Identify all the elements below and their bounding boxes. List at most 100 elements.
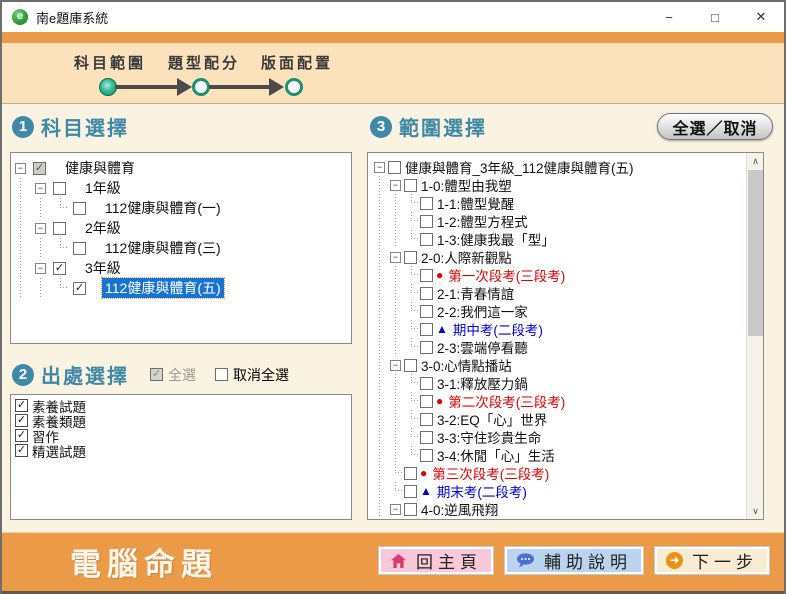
- checkbox-icon[interactable]: [420, 395, 433, 408]
- step-circle-3[interactable]: [285, 78, 303, 96]
- tree-item-label[interactable]: 3-0:心情點播站: [418, 355, 515, 375]
- next-step-button[interactable]: ➜ 下一步: [654, 546, 770, 575]
- checkbox-icon[interactable]: [53, 182, 66, 195]
- tree-item-label[interactable]: 健康與體育_3年級_112健康與體育(五): [402, 157, 637, 177]
- checkbox-icon[interactable]: [420, 431, 433, 444]
- scroll-down-icon[interactable]: ∨: [747, 503, 764, 519]
- collapse-icon[interactable]: −: [390, 360, 401, 371]
- tree-item-label[interactable]: 112健康與體育(一): [102, 198, 224, 218]
- home-button[interactable]: 回主頁: [378, 546, 494, 575]
- select-all-label: 全選: [168, 365, 196, 385]
- tree-item-label[interactable]: 3-1:釋放壓力鍋: [434, 373, 531, 393]
- tree-item-label[interactable]: 期末考(二段考): [434, 481, 530, 501]
- help-button[interactable]: 輔助說明: [504, 546, 644, 575]
- checkbox-icon[interactable]: [420, 233, 433, 246]
- checkbox-icon[interactable]: [420, 377, 433, 390]
- checkbox-icon[interactable]: [215, 368, 228, 381]
- maximize-icon[interactable]: □: [692, 2, 738, 32]
- checkbox-icon[interactable]: [404, 359, 417, 372]
- checkbox-icon[interactable]: [420, 287, 433, 300]
- checkbox-icon[interactable]: [420, 341, 433, 354]
- checkbox-icon[interactable]: [388, 161, 401, 174]
- select-all-toggle-button[interactable]: 全選／取消: [657, 113, 773, 140]
- tree-item-label[interactable]: 4-0:逆風飛翔: [418, 499, 501, 519]
- tree-item-label[interactable]: 3年級: [82, 258, 124, 278]
- collapse-icon[interactable]: −: [390, 504, 401, 515]
- checkbox-icon[interactable]: [404, 467, 417, 480]
- home-button-label: 回主頁: [416, 548, 482, 573]
- checkbox-icon[interactable]: [420, 197, 433, 210]
- checkbox-icon[interactable]: ✓: [33, 162, 46, 175]
- minimize-icon[interactable]: −: [646, 2, 692, 32]
- checkbox-icon[interactable]: ✓: [150, 368, 163, 381]
- checkbox-icon[interactable]: [420, 305, 433, 318]
- source-list-item[interactable]: ✓素養類題: [13, 413, 349, 428]
- tree-item-label[interactable]: 2-0:人際新觀點: [418, 247, 515, 267]
- checkbox-icon[interactable]: [73, 202, 86, 215]
- tree-row: 3-4:休閒「心」生活: [372, 446, 743, 464]
- checkbox-icon[interactable]: ✓: [15, 414, 28, 427]
- tree-item-label[interactable]: 第三次段考(三段考): [429, 463, 552, 483]
- tree-item-label[interactable]: 3-2:EQ「心」世界: [434, 409, 550, 429]
- tree-item-label[interactable]: 2-1:青春情誼: [434, 283, 517, 303]
- checkbox-icon[interactable]: ✓: [15, 444, 28, 457]
- tree-item-label[interactable]: 2-3:雲端停看聽: [434, 337, 531, 357]
- source-list-item[interactable]: ✓精選試題: [13, 443, 349, 458]
- checkbox-icon[interactable]: [420, 413, 433, 426]
- section-source-header: 2 出處選擇 ✓ 全選 取消全選: [12, 360, 289, 389]
- checkbox-icon[interactable]: [404, 251, 417, 264]
- checkbox-icon[interactable]: ✓: [15, 399, 28, 412]
- select-all-checkbox[interactable]: ✓ 全選: [150, 365, 196, 385]
- collapse-icon[interactable]: −: [35, 223, 46, 234]
- tree-guide-line: [372, 248, 388, 266]
- scrollbar-thumb[interactable]: [748, 170, 763, 336]
- tree-item-label[interactable]: 3-3:守住珍貴生命: [434, 427, 544, 447]
- checkbox-icon[interactable]: [53, 222, 66, 235]
- checkbox-icon[interactable]: ✓: [53, 262, 66, 275]
- tree-guide-line: [388, 392, 404, 410]
- collapse-icon[interactable]: −: [35, 263, 46, 274]
- collapse-icon[interactable]: −: [390, 252, 401, 263]
- tree-item-label[interactable]: 3-4:休閒「心」生活: [434, 445, 558, 465]
- collapse-icon[interactable]: −: [390, 180, 401, 191]
- checkbox-icon[interactable]: [404, 179, 417, 192]
- tree-item-label[interactable]: 112健康與體育(三): [102, 238, 224, 258]
- close-icon[interactable]: ✕: [738, 2, 784, 32]
- tree-item-label[interactable]: 第一次段考(三段考): [445, 265, 568, 285]
- tree-item-label[interactable]: 第二次段考(三段考): [445, 391, 568, 411]
- collapse-icon[interactable]: −: [15, 163, 26, 174]
- tree-item-label[interactable]: 期中考(二段考): [450, 319, 546, 339]
- tree-item-label[interactable]: 1-3:健康我最「型」: [434, 229, 558, 249]
- step-circle-2[interactable]: [192, 78, 210, 96]
- checkbox-icon[interactable]: [420, 323, 433, 336]
- step-label-layout-config[interactable]: 版面配置: [261, 52, 333, 73]
- tree-item-label[interactable]: 健康與體育: [62, 158, 138, 178]
- tree-item-label[interactable]: 2-2:我們這一家: [434, 301, 531, 321]
- tree-guide-line: [388, 266, 404, 284]
- checkbox-icon[interactable]: [404, 503, 417, 516]
- checkbox-icon[interactable]: [404, 485, 417, 498]
- tree-guide-elbow: [404, 374, 420, 392]
- checkbox-icon[interactable]: ✓: [15, 429, 28, 442]
- speech-bubble-icon: [516, 553, 535, 568]
- tree-item-label[interactable]: 1-1:體型覺醒: [434, 193, 517, 213]
- checkbox-icon[interactable]: [73, 242, 86, 255]
- scrollbar[interactable]: ∧ ∨: [746, 153, 763, 519]
- tree-item-label[interactable]: 1年級: [82, 178, 124, 198]
- tree-item-label[interactable]: 112健康與體育(五): [102, 278, 224, 298]
- tree-item-label[interactable]: 1-0:體型由我塑: [418, 175, 515, 195]
- tree-guide-line: [388, 284, 404, 302]
- checkbox-icon[interactable]: [420, 449, 433, 462]
- step-label-question-allocation[interactable]: 題型配分: [168, 52, 240, 73]
- collapse-icon[interactable]: −: [35, 183, 46, 194]
- checkbox-icon[interactable]: [420, 215, 433, 228]
- checkbox-icon[interactable]: [420, 269, 433, 282]
- red-dot-icon: ●: [436, 269, 443, 281]
- step-label-subject-range[interactable]: 科目範圍: [74, 52, 146, 73]
- collapse-icon[interactable]: −: [374, 162, 385, 173]
- scroll-up-icon[interactable]: ∧: [747, 153, 764, 169]
- checkbox-icon[interactable]: ✓: [73, 282, 86, 295]
- deselect-all-checkbox[interactable]: 取消全選: [215, 365, 289, 385]
- tree-item-label[interactable]: 1-2:體型方程式: [434, 211, 531, 231]
- tree-item-label[interactable]: 2年級: [82, 218, 124, 238]
